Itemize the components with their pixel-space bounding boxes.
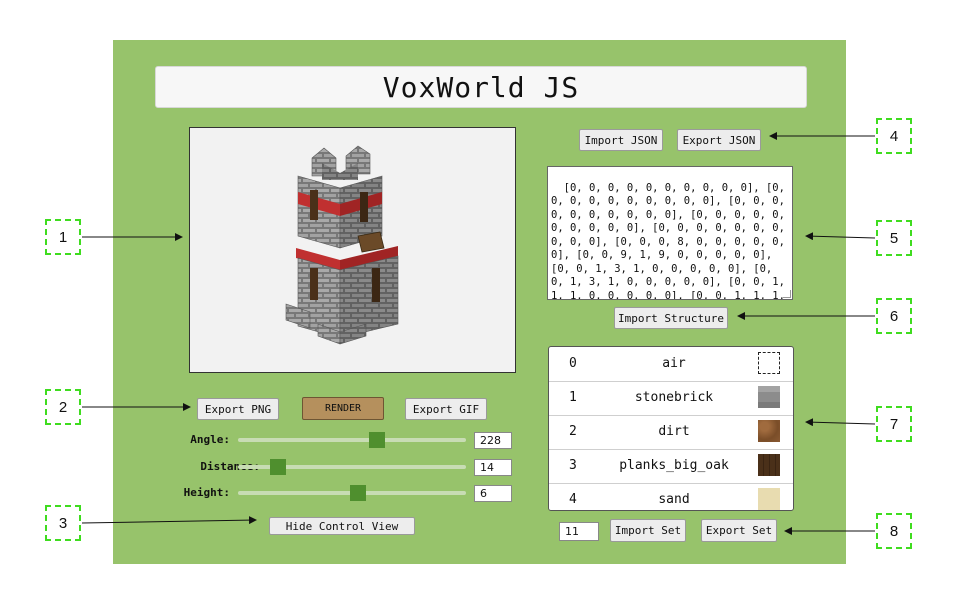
callout-1: 1 [45,219,81,255]
callout-2: 2 [45,389,81,425]
callout-arrows [81,132,876,535]
callout-6: 6 [876,298,912,334]
callout-4: 4 [876,118,912,154]
callout-5: 5 [876,220,912,256]
callout-7: 7 [876,406,912,442]
callout-8: 8 [876,513,912,549]
callout-3: 3 [45,505,81,541]
